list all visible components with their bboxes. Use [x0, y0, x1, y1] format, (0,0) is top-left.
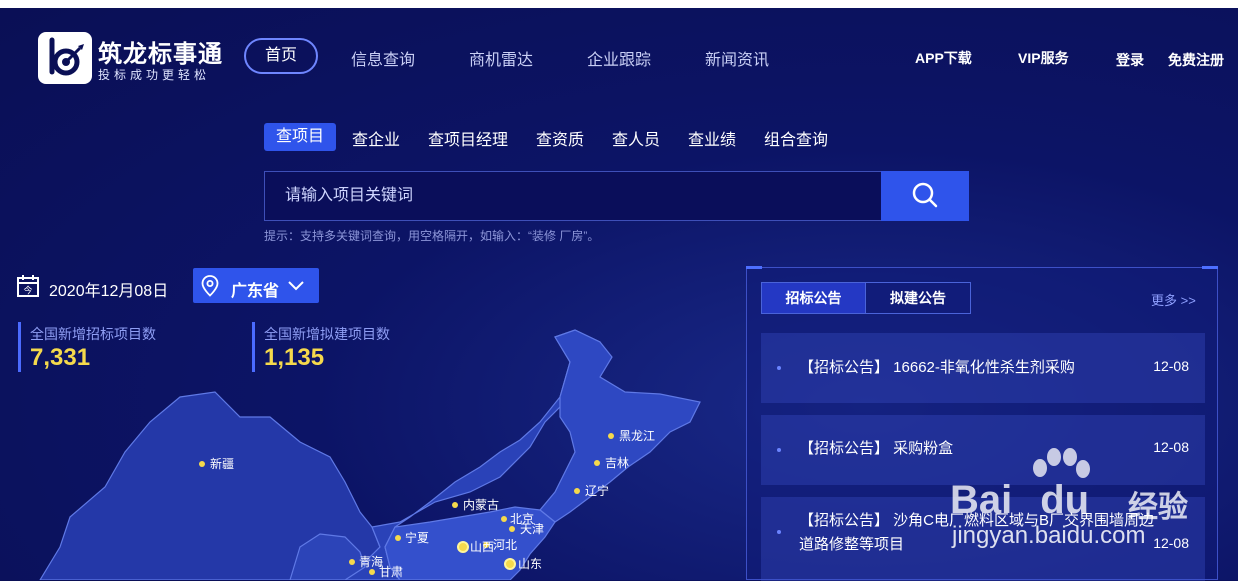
- search-tab-performance[interactable]: 查业绩: [688, 126, 736, 150]
- calendar-icon: 今: [16, 274, 40, 303]
- nav-item-company-tracking[interactable]: 企业跟踪: [587, 46, 651, 70]
- city-label: 山东: [518, 557, 542, 571]
- china-map[interactable]: 新疆 黑龙江 吉林 辽宁 内蒙古 北京 天津 河北 山西 宁夏 青海 甘肃 山东: [0, 322, 740, 580]
- search-tab-qualification[interactable]: 查资质: [536, 126, 584, 150]
- city-label: 河北: [493, 538, 517, 552]
- search-button[interactable]: [881, 171, 969, 221]
- nav-item-home[interactable]: 首页: [244, 38, 318, 74]
- city-label: 辽宁: [585, 483, 609, 498]
- vip-service-link[interactable]: VIP服务: [1018, 48, 1069, 68]
- watermark-brand-part: Bai: [950, 478, 1013, 522]
- bullet-icon: [777, 366, 781, 370]
- bullet-icon: [777, 448, 781, 452]
- search-tab-company[interactable]: 查企业: [352, 126, 400, 150]
- more-link[interactable]: 更多 >>: [1151, 290, 1196, 309]
- watermark-brand-part: du: [1040, 478, 1090, 522]
- nav-item-opportunity-radar[interactable]: 商机雷达: [469, 46, 533, 70]
- watermark-brand: Bai du: [950, 478, 1089, 523]
- brand-name: 筑龙标事通: [98, 41, 223, 68]
- panel-tab-tender[interactable]: 招标公告: [761, 282, 866, 314]
- chevron-down-icon: [288, 281, 304, 291]
- notice-date: 12-08: [1153, 535, 1189, 551]
- brand-slogan: 投标成功更轻松: [98, 68, 211, 82]
- search-tab-combined[interactable]: 组合查询: [764, 126, 828, 150]
- city-label: 甘肃: [379, 565, 403, 579]
- map-region-northeast[interactable]: [539, 329, 701, 523]
- province-selector[interactable]: 广东省: [193, 268, 319, 303]
- city-label: 黑龙江: [619, 429, 655, 443]
- nav-item-info-query[interactable]: 信息查询: [351, 46, 415, 70]
- search-icon: [912, 182, 938, 207]
- city-marker[interactable]: 内蒙古: [452, 497, 499, 512]
- logo[interactable]: [38, 32, 92, 84]
- city-marker[interactable]: 山西: [457, 540, 494, 554]
- city-label: 吉林: [605, 456, 629, 470]
- bullet-icon: [777, 530, 781, 534]
- city-marker[interactable]: 山东: [504, 557, 542, 571]
- top-border: [0, 0, 1238, 8]
- notice-title[interactable]: 【招标公告】 采购粉盒: [799, 437, 1159, 461]
- search-tab-personnel[interactable]: 查人员: [612, 126, 660, 150]
- watermark-url: jingyan.baidu.com: [952, 522, 1146, 549]
- search-tab-project[interactable]: 查项目: [264, 123, 336, 151]
- notice-item[interactable]: 【招标公告】 16662-非氧化性杀生剂采购 12-08: [761, 333, 1205, 403]
- register-link[interactable]: 免费注册: [1168, 50, 1224, 70]
- search-tab-project-manager[interactable]: 查项目经理: [428, 126, 508, 150]
- search-hint: 提示：支持多关键词查询，用空格隔开，如输入：“装修 厂房”。: [264, 229, 600, 243]
- notice-item[interactable]: 【招标公告】 采购粉盒 12-08: [761, 415, 1205, 485]
- notice-date: 12-08: [1153, 439, 1189, 455]
- city-label: 宁夏: [405, 530, 429, 545]
- calendar-day-label: 今: [23, 285, 32, 297]
- login-link[interactable]: 登录: [1116, 50, 1144, 70]
- current-date: 2020年12月08日: [49, 283, 169, 300]
- panel-tab-planned[interactable]: 拟建公告: [865, 282, 971, 314]
- notice-title[interactable]: 【招标公告】 16662-非氧化性杀生剂采购: [799, 356, 1159, 380]
- city-label: 内蒙古: [463, 497, 499, 512]
- panel-corner-decoration: [746, 266, 762, 269]
- nav-item-news[interactable]: 新闻资讯: [705, 46, 769, 70]
- panel-corner-decoration: [1202, 266, 1218, 269]
- location-pin-icon: [201, 275, 219, 297]
- watermark-cn: 经验: [1128, 491, 1188, 524]
- search-input[interactable]: [264, 171, 881, 221]
- province-label: 广东省: [231, 283, 280, 300]
- app-download-link[interactable]: APP下载: [915, 48, 972, 68]
- city-label: 山西: [470, 540, 494, 554]
- city-label: 新疆: [210, 456, 234, 471]
- notice-date: 12-08: [1153, 358, 1189, 374]
- logo-mark-icon: [49, 37, 84, 76]
- city-label: 天津: [520, 522, 544, 536]
